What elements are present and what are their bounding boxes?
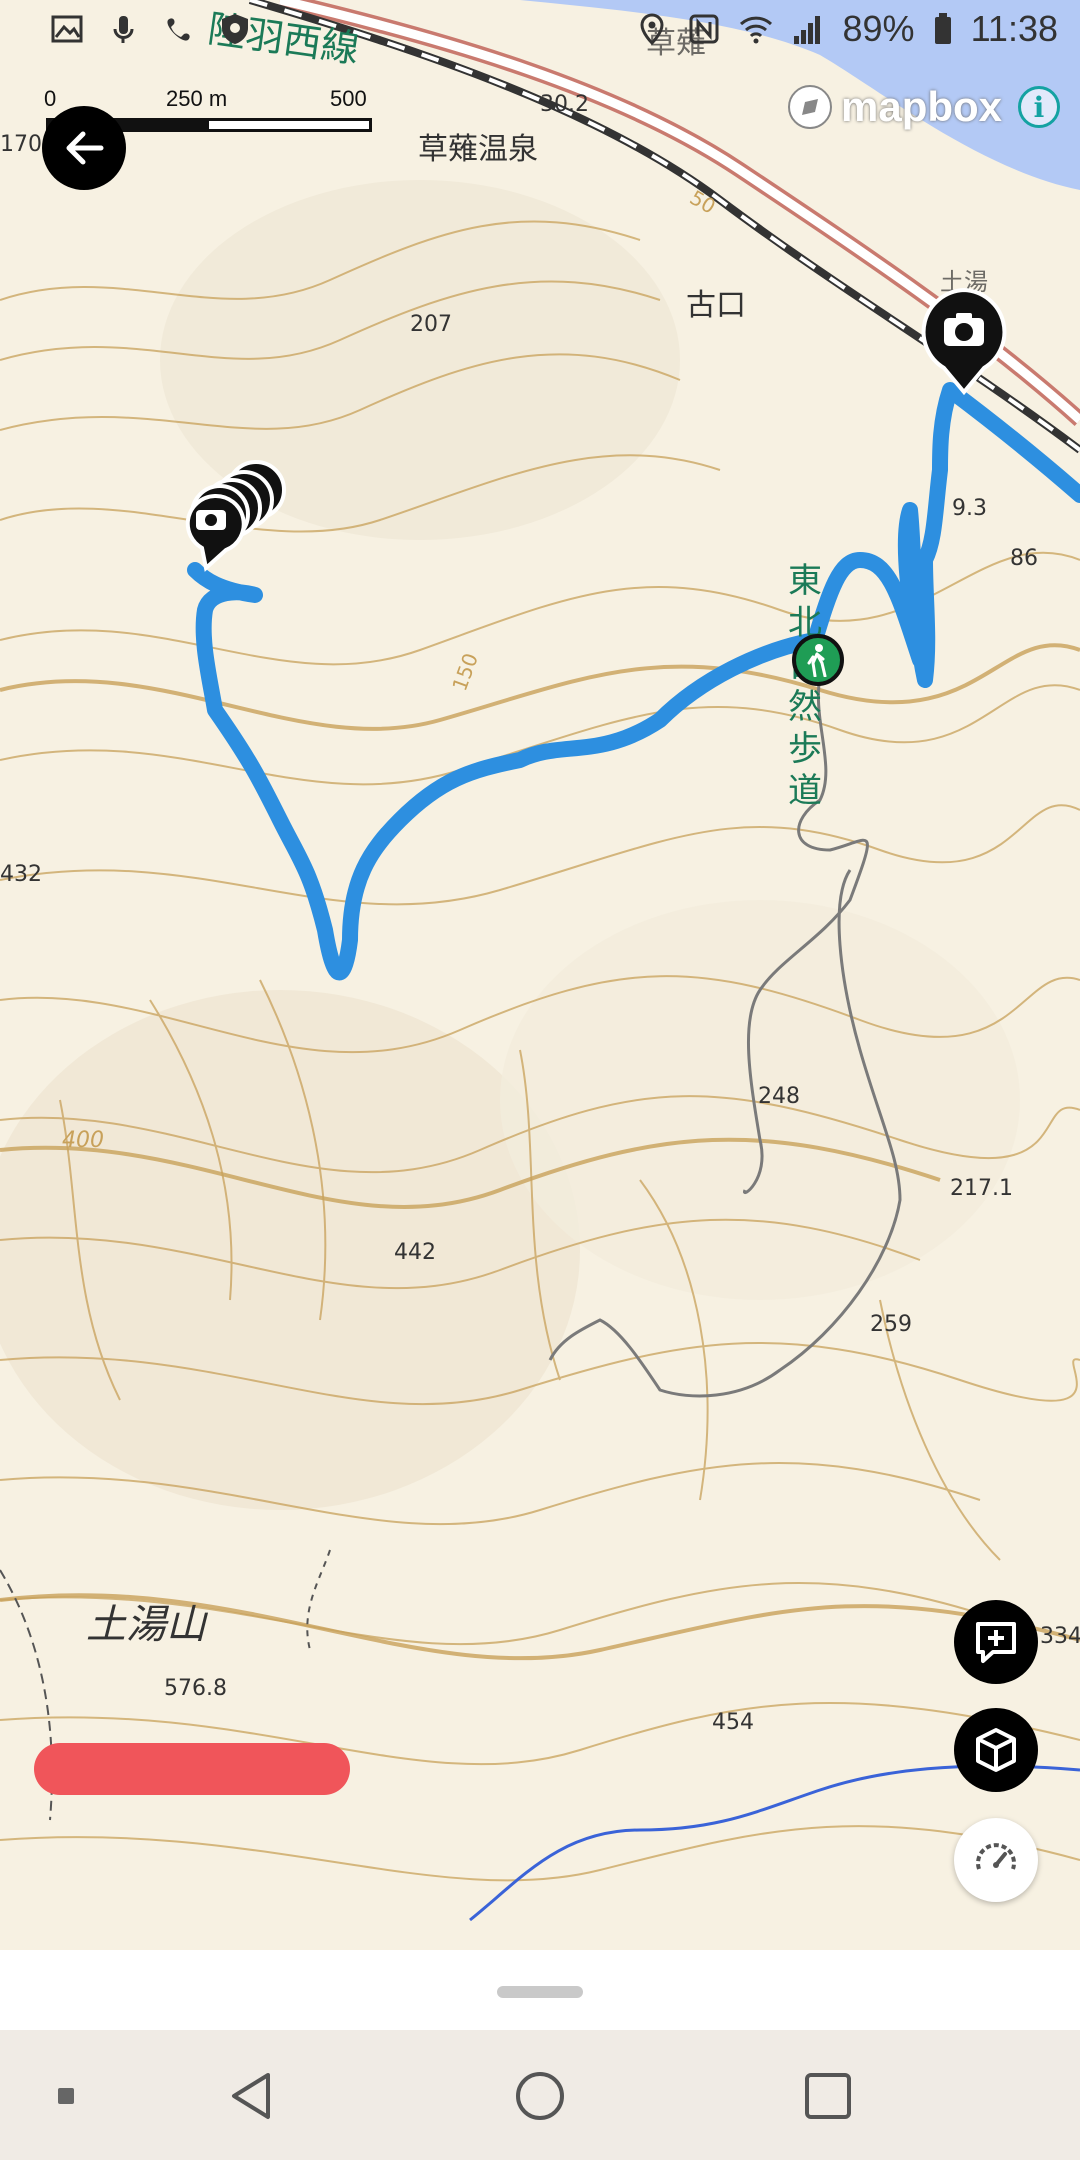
elevation-86: 86 — [1010, 546, 1038, 571]
add-waypoint-button[interactable] — [954, 1600, 1038, 1684]
elevation-248: 248 — [758, 1084, 800, 1109]
station-label: 草薙温泉 — [418, 132, 538, 167]
gallery-icon — [51, 15, 83, 43]
shield-icon — [222, 14, 248, 44]
speedometer-button[interactable] — [954, 1818, 1038, 1902]
mapbox-logo[interactable]: mapbox — [785, 82, 1002, 132]
mapbox-icon — [788, 85, 832, 129]
mountain-label: 土湯山 — [86, 1602, 206, 1648]
trail-name-label: 東 北 自 然 歩 道 — [788, 560, 824, 812]
clock: 11:38 — [970, 8, 1058, 49]
hiker-marker[interactable] — [792, 634, 844, 686]
elevation-9-3: 9.3 — [952, 496, 987, 521]
battery-percent: 89% — [842, 8, 915, 49]
area-label-koguchi: 古口 — [686, 288, 746, 323]
nfc-icon — [689, 14, 719, 44]
cube-icon — [976, 1728, 1016, 1772]
photo-marker-riverside[interactable] — [914, 286, 1014, 396]
signal-icon — [793, 16, 820, 44]
voicemail-icon — [113, 16, 134, 43]
navigation-bar — [0, 2030, 1080, 2160]
wifi-calling-icon — [167, 18, 190, 41]
elevation-442: 442 — [394, 1240, 436, 1265]
hiker-icon — [807, 644, 827, 677]
trail-name-char: 東 — [788, 561, 822, 601]
3d-view-button[interactable] — [954, 1708, 1038, 1792]
location-icon — [640, 13, 664, 46]
bottom-sheet[interactable] — [0, 1950, 1080, 2030]
redaction-mark — [34, 1743, 350, 1795]
nav-overview-button[interactable] — [800, 2068, 856, 2124]
status-bar: 89% 11:38 — [0, 0, 1080, 64]
square-overview-icon — [805, 2073, 851, 2119]
nav-back-button[interactable] — [224, 2068, 280, 2124]
speedometer-icon — [976, 1843, 1016, 1870]
back-button[interactable] — [42, 106, 126, 190]
elevation-432: 432 — [0, 862, 42, 887]
wifi-icon — [739, 16, 772, 44]
circle-home-icon — [516, 2072, 564, 2120]
sheet-drag-handle[interactable] — [497, 1986, 583, 1998]
elevation-30-2: 30.2 — [540, 92, 589, 117]
dot-icon — [58, 2088, 74, 2104]
trail-name-char: 歩 — [788, 729, 822, 769]
elevation-334: 334 — [1040, 1624, 1080, 1649]
attribution-info-icon[interactable]: i — [1018, 86, 1060, 128]
elevation-217-1: 217.1 — [950, 1176, 1013, 1201]
arrow-left-icon — [66, 131, 104, 165]
battery-icon — [934, 13, 951, 44]
contour-label-400: 400 — [62, 1128, 104, 1153]
mapbox-logo-text: mapbox — [841, 83, 1003, 130]
elevation-259: 259 — [870, 1312, 912, 1337]
nav-home-button[interactable] — [512, 2068, 568, 2124]
scale-label-mid: 250 m — [166, 86, 228, 111]
recent-apps-dot[interactable] — [38, 2068, 94, 2124]
add-comment-icon — [976, 1622, 1016, 1663]
elevation-576-8: 576.8 — [164, 1676, 227, 1701]
elevation-207: 207 — [410, 312, 452, 337]
triangle-back-icon — [232, 2073, 270, 2119]
trail-name-char: 道 — [788, 771, 822, 811]
trail-name-char: 然 — [788, 687, 822, 727]
elevation-454: 454 — [712, 1710, 754, 1735]
elevation-170: 170 — [0, 132, 42, 157]
photo-marker-cluster[interactable] — [166, 460, 286, 580]
scale-label-start: 0 — [44, 86, 57, 111]
